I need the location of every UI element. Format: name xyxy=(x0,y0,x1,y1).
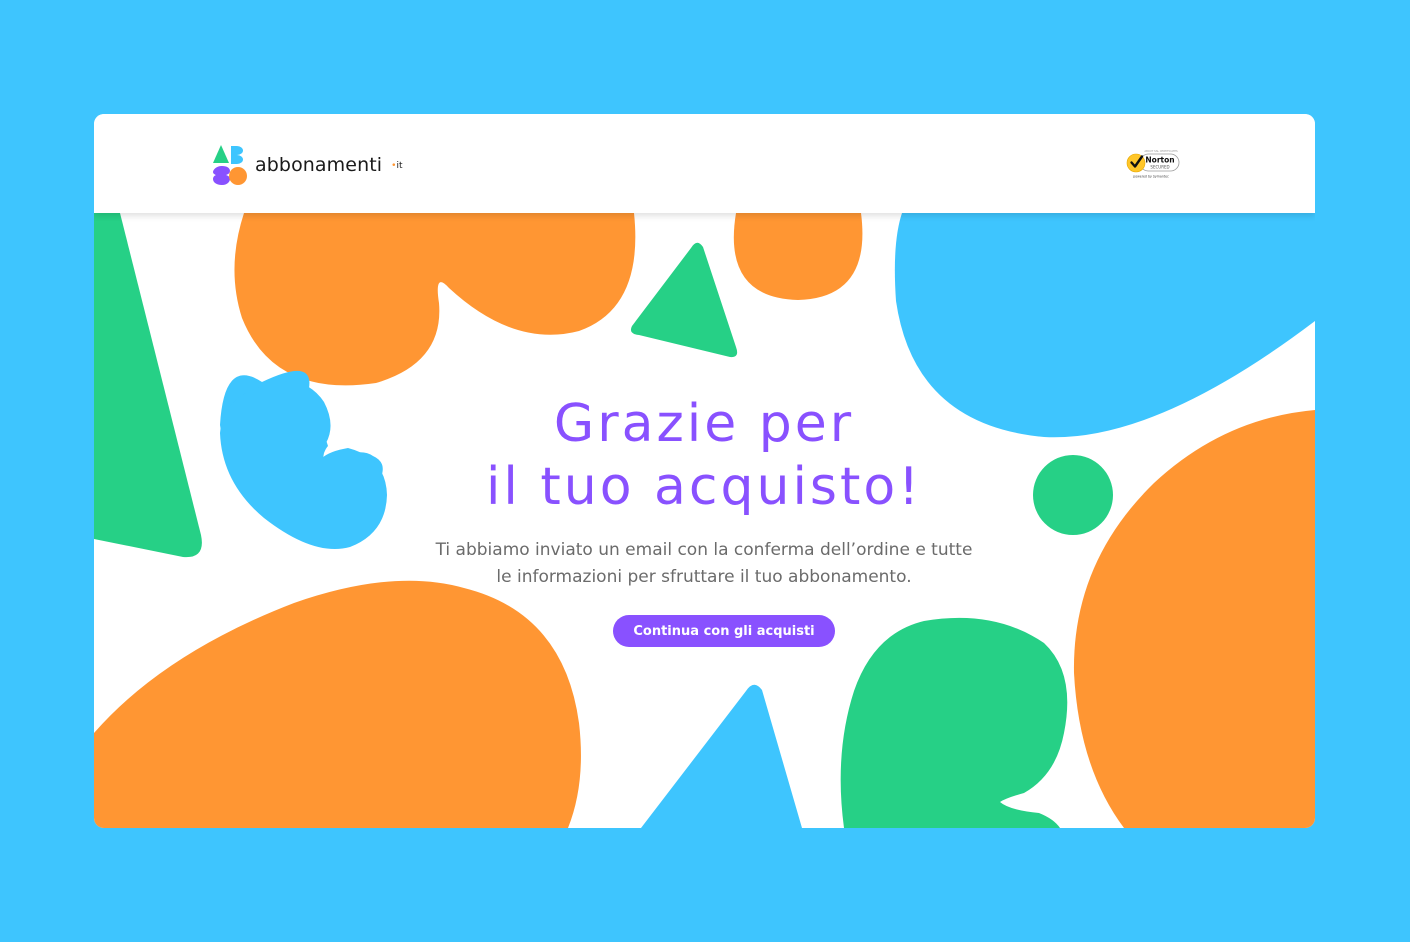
thank-you-content: Grazie per il tuo acquisto! Ti abbiamo i… xyxy=(94,213,1315,828)
page-title-line-1: Grazie per xyxy=(553,394,855,454)
confirmation-message: Ti abbiamo inviato un email con la confe… xyxy=(354,537,1054,591)
site-header: abbonamenti •it ABOUT SSL CERTIFICATES N… xyxy=(94,114,1315,213)
logo-tld: •it xyxy=(391,161,402,171)
norton-badge-name: Norton xyxy=(1145,156,1174,165)
confirmation-message-line-1: Ti abbiamo inviato un email con la confe… xyxy=(435,540,973,560)
norton-badge-powered: powered by Symantec xyxy=(1133,175,1169,179)
norton-badge-secured: SECURED xyxy=(1150,165,1169,170)
norton-secured-badge[interactable]: ABOUT SSL CERTIFICATES Norton SECURED po… xyxy=(1125,148,1181,180)
confirmation-message-line-2: le informazioni per sfruttare il tuo abb… xyxy=(496,567,912,587)
logo-link[interactable]: abbonamenti •it xyxy=(212,144,403,186)
page-title-line-2: il tuo acquisto! xyxy=(485,457,923,517)
page-title: Grazie per il tuo acquisto! xyxy=(304,393,1104,519)
continue-shopping-button[interactable]: Continua con gli acquisti xyxy=(613,615,835,647)
logo-mark-icon xyxy=(213,145,247,185)
logo-tld-text: it xyxy=(396,161,403,171)
logo-wordmark: abbonamenti xyxy=(255,154,383,176)
browser-window: abbonamenti •it ABOUT SSL CERTIFICATES N… xyxy=(94,114,1315,828)
norton-badge-top-text: ABOUT SSL CERTIFICATES xyxy=(1144,149,1178,153)
